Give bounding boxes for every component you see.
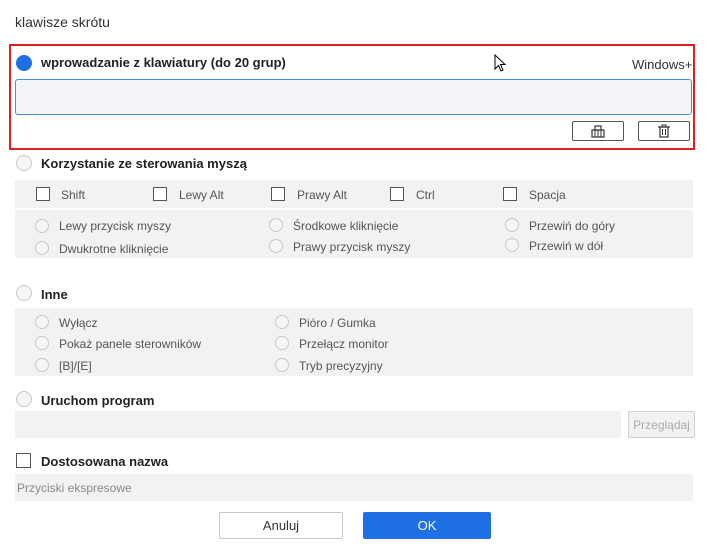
windows-modifier-label: Windows+ xyxy=(632,57,693,72)
precision-mode-radio[interactable] xyxy=(275,358,289,372)
program-path-input[interactable] xyxy=(15,411,621,438)
scroll-up-label: Przewiń do góry xyxy=(529,219,616,233)
space-checkbox[interactable] xyxy=(503,187,517,201)
keyboard-label: wprowadzanie z klawiatury (do 20 grup) xyxy=(41,55,286,70)
ctrl-label: Ctrl xyxy=(416,188,435,202)
shift-label: Shift xyxy=(61,188,86,202)
double-click-radio[interactable] xyxy=(35,241,49,255)
right-click-label: Prawy przycisk myszy xyxy=(293,240,411,254)
mouse-radio[interactable] xyxy=(16,155,32,171)
right-alt-label: Prawy Alt xyxy=(297,188,348,202)
scroll-up-radio[interactable] xyxy=(505,218,519,232)
middle-click-label: Środkowe kliknięcie xyxy=(293,219,399,233)
clear-button[interactable] xyxy=(572,121,624,141)
pen-eraser-radio[interactable] xyxy=(275,315,289,329)
show-panels-radio[interactable] xyxy=(35,336,49,350)
modifier-keys-panel xyxy=(15,180,693,208)
precision-mode-label: Tryb precyzyjny xyxy=(299,359,383,373)
scroll-down-radio[interactable] xyxy=(505,238,519,252)
ok-button[interactable]: OK xyxy=(363,512,491,539)
b-e-label: [B]/[E] xyxy=(59,359,92,373)
mouse-label: Korzystanie ze sterowania myszą xyxy=(41,156,247,171)
right-alt-checkbox[interactable] xyxy=(271,187,285,201)
trash-icon xyxy=(658,124,670,138)
left-alt-checkbox[interactable] xyxy=(153,187,167,201)
shift-checkbox[interactable] xyxy=(36,187,50,201)
switch-monitor-label: Przełącz monitor xyxy=(299,337,389,351)
show-panels-label: Pokaż panele sterowników xyxy=(59,337,202,351)
disable-label: Wyłącz xyxy=(59,316,98,330)
cancel-button[interactable]: Anuluj xyxy=(219,512,343,539)
dialog-title: klawisze skrótu xyxy=(15,14,110,30)
custom-name-value: Przyciski ekspresowe xyxy=(17,481,132,495)
run-program-radio[interactable] xyxy=(16,391,32,407)
space-label: Spacja xyxy=(529,188,566,202)
delete-button[interactable] xyxy=(638,121,690,141)
keyboard-radio[interactable] xyxy=(16,55,32,71)
keyboard-shortcut-input[interactable] xyxy=(15,79,692,115)
custom-name-checkbox[interactable] xyxy=(16,453,31,468)
disable-radio[interactable] xyxy=(35,315,49,329)
left-click-label: Lewy przycisk myszy xyxy=(59,219,172,233)
left-alt-label: Lewy Alt xyxy=(179,188,224,202)
left-click-radio[interactable] xyxy=(35,219,49,233)
scroll-down-label: Przewiń w dół xyxy=(529,239,604,253)
clear-icon xyxy=(591,125,605,138)
middle-click-radio[interactable] xyxy=(269,218,283,232)
b-e-radio[interactable] xyxy=(35,358,49,372)
switch-monitor-radio[interactable] xyxy=(275,336,289,350)
pen-eraser-label: Pióro / Gumka xyxy=(299,316,376,330)
run-program-label: Uruchom program xyxy=(41,393,155,408)
ctrl-checkbox[interactable] xyxy=(390,187,404,201)
double-click-label: Dwukrotne kliknięcie xyxy=(59,242,169,256)
custom-name-label: Dostosowana nazwa xyxy=(41,454,169,469)
mouse-pointer-icon xyxy=(494,54,507,72)
browse-button[interactable]: Przeglądaj xyxy=(628,411,695,438)
right-click-radio[interactable] xyxy=(269,239,283,253)
other-radio[interactable] xyxy=(16,285,32,301)
other-label: Inne xyxy=(41,287,68,302)
